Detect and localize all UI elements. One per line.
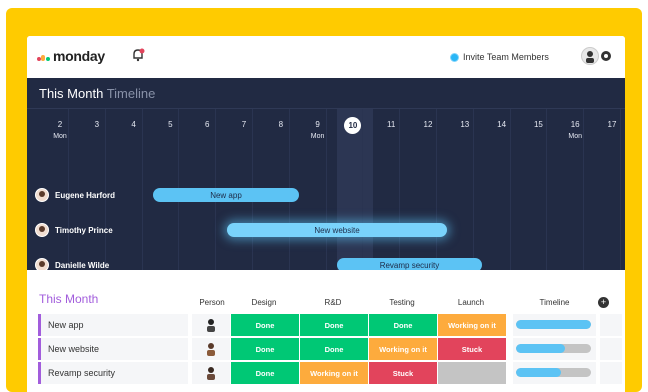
person-avatar-icon: [207, 367, 215, 380]
screenshot-frame: monday Invite Team Members This Month Ti…: [0, 0, 648, 392]
person-name: Danielle Wilde: [55, 260, 110, 270]
timeline-day-label: 6: [204, 120, 210, 129]
timeline-day-label: 8: [278, 120, 284, 129]
column-header[interactable]: Design: [231, 298, 297, 307]
timeline-day-label: 13: [460, 120, 470, 129]
person-cell[interactable]: [192, 314, 230, 336]
timeline-day-label: 3: [94, 120, 100, 129]
person-cell[interactable]: [192, 338, 230, 360]
timeline-bar[interactable]: New website: [227, 223, 447, 237]
timeline-weekday-label: Mon: [53, 133, 67, 140]
timeline-day-label: 12: [423, 120, 433, 129]
row-name[interactable]: Revamp security: [41, 362, 188, 384]
status-cell[interactable]: Stuck: [369, 362, 437, 384]
column-header[interactable]: Launch: [438, 298, 504, 307]
person-name: Eugene Harford: [55, 190, 116, 200]
column-header[interactable]: Person: [192, 298, 232, 307]
timeline-person-row: Eugene Harford: [35, 188, 115, 202]
timeline-weekday-label: Mon: [568, 133, 582, 140]
timeline-column-divider: [620, 109, 621, 270]
person-avatar: [35, 223, 49, 237]
timeline-progress-bar: [516, 368, 591, 377]
person-avatar: [35, 188, 49, 202]
row-end-cell: [600, 314, 622, 336]
person-name: Timothy Prince: [55, 225, 113, 235]
timeline-bar[interactable]: New app: [153, 188, 299, 202]
timeline-person-row: Timothy Prince: [35, 223, 113, 237]
timeline-column-divider: [472, 109, 474, 270]
timeline-column-divider: [546, 109, 548, 270]
notification-bell-icon[interactable]: [131, 48, 145, 62]
timeline-column-divider: [399, 109, 401, 270]
timeline-day-label: 15: [533, 120, 543, 129]
timeline-column-divider: [362, 109, 364, 270]
timeline-progress-bar: [516, 344, 591, 353]
row-name[interactable]: New website: [41, 338, 188, 360]
add-column-icon[interactable]: +: [598, 297, 609, 308]
timeline-day-label: 7: [241, 120, 247, 129]
invite-icon: [450, 52, 459, 62]
board-table: This Month Person Design R&D Testing Lau…: [27, 270, 625, 392]
timeline-progress-bar: [516, 320, 591, 329]
status-cell[interactable]: Done: [231, 338, 299, 360]
timeline-cell[interactable]: [513, 314, 596, 336]
timeline-title: This Month Timeline: [39, 86, 155, 101]
status-cell[interactable]: Done: [231, 362, 299, 384]
status-cell[interactable]: Done: [300, 314, 368, 336]
timeline-day-label: 14: [497, 120, 507, 129]
row-end-cell: [600, 362, 622, 384]
logo-mark-icon: [37, 51, 50, 61]
column-header[interactable]: R&D: [300, 298, 366, 307]
status-cell[interactable]: Done: [231, 314, 299, 336]
status-cell[interactable]: Working on it: [300, 362, 368, 384]
status-cell[interactable]: Working on it: [369, 338, 437, 360]
group-title[interactable]: This Month: [39, 292, 98, 306]
settings-gear-icon[interactable]: [601, 51, 611, 61]
top-bar: monday Invite Team Members: [27, 36, 625, 78]
table-row[interactable]: New website Done Done Working on it Stuc…: [38, 338, 622, 360]
timeline-day-label: 16: [570, 120, 580, 129]
timeline-title-sub: Timeline: [106, 86, 156, 101]
row-end-cell: [600, 338, 622, 360]
timeline-cell[interactable]: [513, 362, 596, 384]
timeline-column-divider: [436, 109, 437, 270]
timeline-day-label: 5: [168, 120, 173, 129]
invite-label: Invite Team Members: [463, 52, 549, 62]
logo-text: monday: [53, 48, 105, 64]
table-row[interactable]: Revamp security Done Working on it Stuck: [38, 362, 622, 384]
timeline-day-label: 11: [387, 120, 396, 129]
monday-logo[interactable]: monday: [37, 48, 105, 64]
timeline-day-label: 4: [131, 120, 136, 129]
column-header[interactable]: Timeline: [513, 298, 596, 307]
timeline-column-divider: [509, 109, 511, 270]
row-name[interactable]: New app: [41, 314, 188, 336]
person-avatar-icon: [207, 319, 215, 332]
status-cell[interactable]: Stuck: [438, 338, 506, 360]
user-avatar[interactable]: [581, 47, 599, 65]
status-cell[interactable]: [438, 362, 506, 384]
column-header[interactable]: Testing: [369, 298, 435, 307]
status-cell[interactable]: Done: [300, 338, 368, 360]
timeline-column-divider: [141, 109, 143, 270]
timeline-panel: This Month Timeline 2 Mon 3 4 5 6 7 8 9 Mon 10 11 12…: [27, 78, 625, 272]
table-row[interactable]: New app Done Done Done Working on it: [38, 314, 622, 336]
app-window: monday Invite Team Members This Month Ti…: [27, 36, 625, 392]
timeline-day-label: 9: [315, 120, 320, 129]
invite-team-button[interactable]: Invite Team Members: [450, 52, 549, 62]
person-avatar-icon: [207, 343, 215, 356]
timeline-day-label: 17: [607, 120, 617, 129]
timeline-cell[interactable]: [513, 338, 596, 360]
status-cell[interactable]: Done: [369, 314, 437, 336]
timeline-day-label: 2: [57, 120, 63, 129]
user-avatar-icon: [586, 51, 594, 63]
timeline-title-main: This Month: [39, 86, 104, 101]
person-cell[interactable]: [192, 362, 230, 384]
timeline-weekday-label: Mon: [310, 133, 325, 140]
status-cell[interactable]: Working on it: [438, 314, 506, 336]
